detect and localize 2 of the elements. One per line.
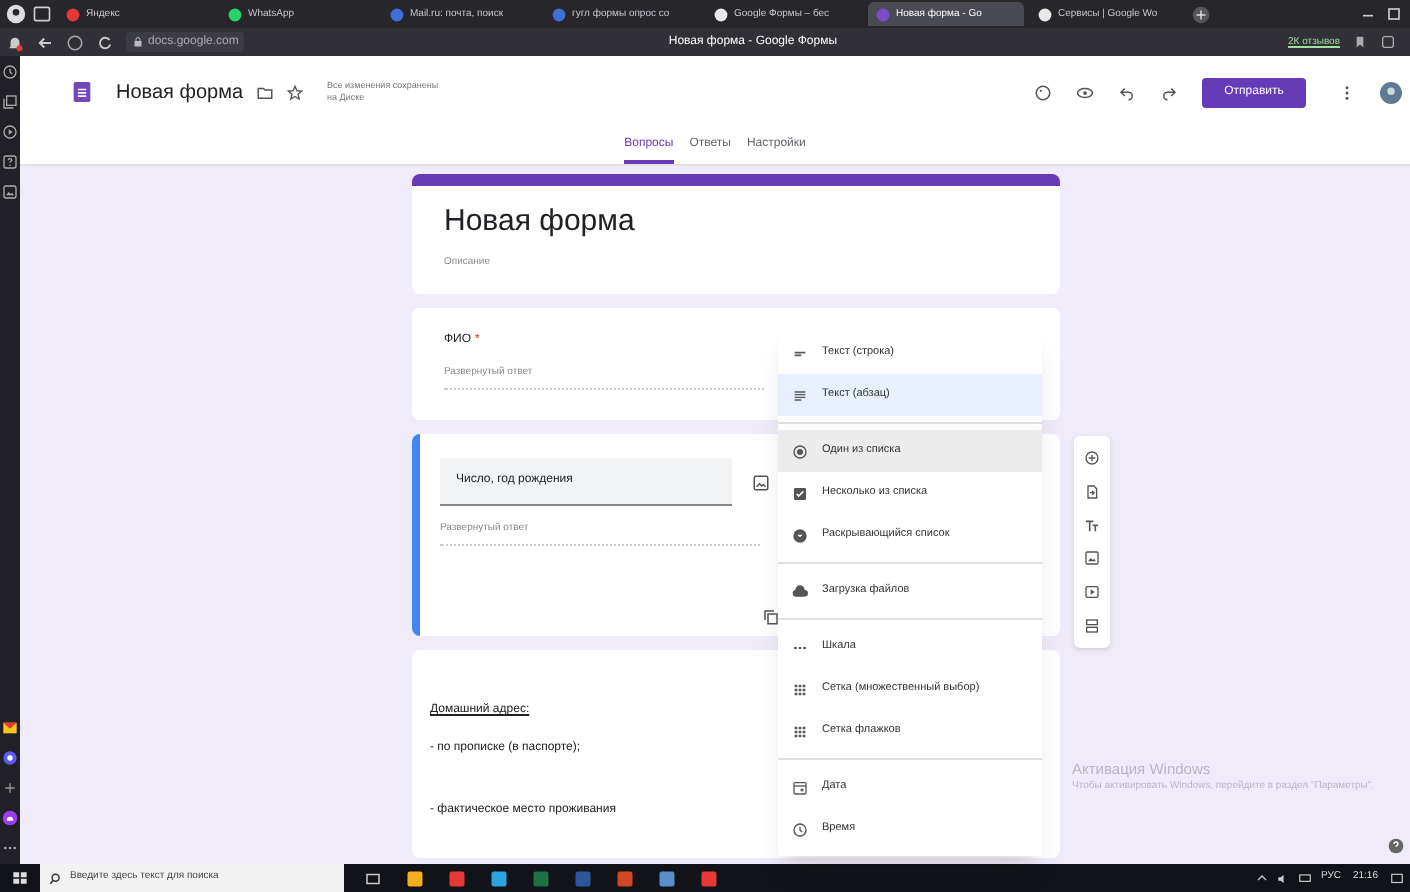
form-title[interactable]: Новая форма <box>444 202 1028 242</box>
document-title[interactable]: Новая форма <box>116 77 244 107</box>
